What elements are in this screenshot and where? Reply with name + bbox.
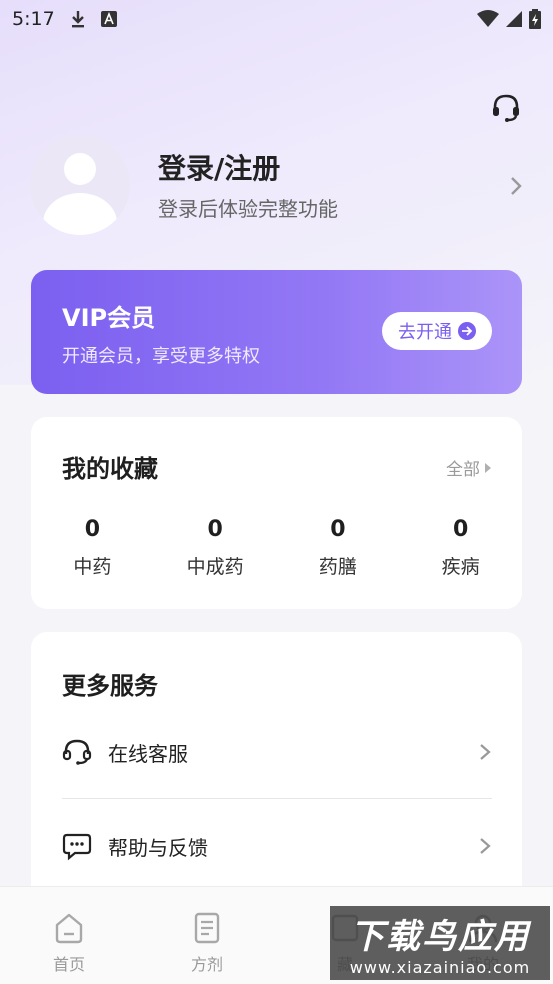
chevron-right-icon — [511, 177, 522, 195]
arrow-right-circle-icon — [458, 322, 476, 340]
stat-value: 0 — [452, 517, 469, 542]
profile-login-row[interactable]: 登录/注册 登录后体验完整功能 — [30, 135, 530, 235]
stat-label: 疾病 — [441, 556, 480, 578]
text-a-icon — [100, 11, 117, 27]
tab-home[interactable]: 首页 — [0, 887, 138, 984]
chevron-right-icon — [480, 838, 491, 854]
chat-icon — [62, 833, 92, 861]
stat-item-patent-medicine[interactable]: 0 中成药 — [154, 517, 277, 579]
divider — [62, 798, 492, 799]
stat-item-diseases[interactable]: 0 疾病 — [399, 517, 522, 579]
signal-icon — [506, 11, 522, 27]
chevron-right-icon — [480, 744, 491, 760]
service-item-online-support[interactable]: 在线客服 — [62, 727, 492, 777]
tab-label: 方剂 — [190, 955, 223, 974]
status-time: 5:17 — [12, 8, 55, 30]
login-subtitle: 登录后体验完整功能 — [158, 197, 338, 221]
wifi-icon — [477, 10, 499, 27]
watermark: 下载鸟应用 www.xiazainiao.com — [330, 906, 550, 980]
caret-right-icon — [485, 462, 491, 473]
service-item-help-feedback[interactable]: 帮助与反馈 — [62, 821, 492, 871]
stat-value: 0 — [84, 517, 101, 542]
document-icon — [194, 912, 220, 944]
services-title: 更多服务 — [62, 672, 158, 700]
customer-service-icon[interactable] — [490, 92, 522, 124]
home-icon — [55, 913, 83, 944]
stat-label: 中成药 — [186, 556, 244, 578]
vip-subtitle: 开通会员，享受更多特权 — [62, 346, 260, 367]
watermark-title: 下载鸟应用 — [350, 917, 530, 957]
favorites-title: 我的收藏 — [62, 455, 158, 483]
vip-title: VIP会员 — [62, 304, 156, 332]
avatar — [30, 135, 130, 235]
download-icon — [71, 11, 84, 28]
stat-value: 0 — [207, 517, 223, 542]
status-bar: 5:17 — [0, 0, 553, 38]
stat-value: 0 — [330, 517, 346, 542]
favorites-card: 我的收藏 全部 0 中药 0 中成药 0 药膳 0 疾病 — [31, 417, 522, 609]
service-label: 帮助与反馈 — [108, 835, 208, 860]
headset-icon — [62, 739, 92, 765]
service-label: 在线客服 — [108, 741, 188, 766]
favorites-stats: 0 中药 0 中成药 0 药膳 0 疾病 — [31, 517, 522, 579]
stat-item-herbs[interactable]: 0 中药 — [31, 517, 154, 579]
vip-card[interactable]: VIP会员 开通会员，享受更多特权 去开通 — [31, 270, 522, 394]
favorites-all-link[interactable]: 全部 — [446, 455, 492, 480]
tab-prescriptions[interactable]: 方剂 — [138, 887, 276, 984]
stat-label: 药膳 — [318, 556, 357, 578]
vip-open-label: 去开通 — [398, 322, 452, 343]
login-title: 登录/注册 — [158, 152, 281, 185]
favorites-all-label: 全部 — [446, 460, 480, 480]
battery-icon — [529, 9, 541, 29]
stat-item-medicinal-diet[interactable]: 0 药膳 — [277, 517, 400, 579]
watermark-url: www.xiazainiao.com — [349, 958, 531, 977]
vip-open-button[interactable]: 去开通 — [382, 312, 492, 350]
tab-label: 首页 — [52, 955, 85, 974]
stat-label: 中药 — [73, 556, 112, 578]
